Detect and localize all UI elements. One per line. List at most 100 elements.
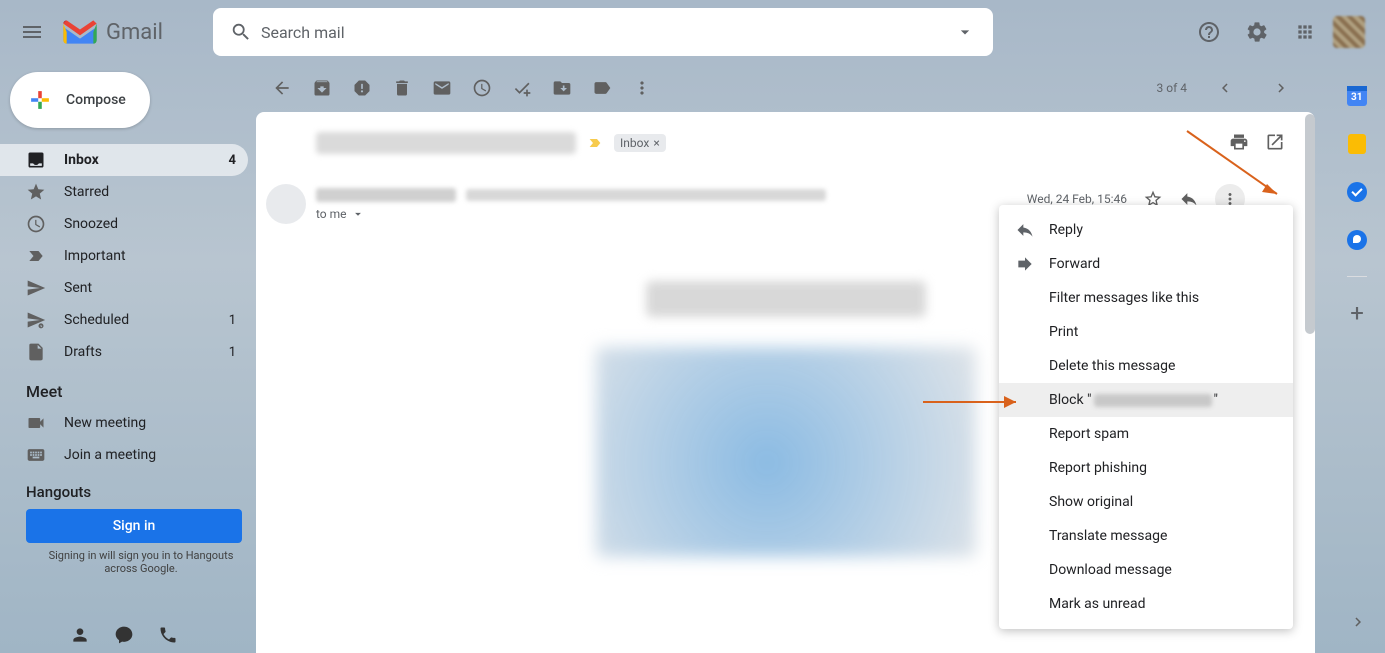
phone-icon[interactable] (158, 625, 178, 645)
inbox-icon (26, 150, 46, 170)
account-avatar[interactable] (1333, 16, 1365, 48)
message-top-actions (1229, 132, 1285, 152)
labels-button[interactable] (592, 78, 612, 98)
blocked-sender-name (1094, 394, 1212, 407)
ctx-block-sender[interactable]: Block "" (999, 383, 1293, 417)
plus-icon (24, 84, 56, 116)
search-bar[interactable] (213, 8, 993, 56)
snooze-button[interactable] (472, 78, 492, 98)
prev-message-button[interactable] (1207, 70, 1243, 106)
hangouts-icon[interactable] (114, 625, 134, 645)
meet-heading: Meet (0, 368, 256, 407)
archive-button[interactable] (312, 78, 332, 98)
subject-row: Inbox × (316, 132, 1255, 154)
ctx-print[interactable]: Print (999, 315, 1293, 349)
delete-button[interactable] (392, 78, 412, 98)
get-addons-button[interactable]: + (1345, 301, 1369, 325)
open-new-window-button[interactable] (1265, 132, 1285, 152)
ctx-delete[interactable]: Delete this message (999, 349, 1293, 383)
gmail-logo-icon (60, 17, 100, 47)
hamburger-icon (20, 20, 44, 44)
ctx-show-original[interactable]: Show original (999, 485, 1293, 519)
search-options-button[interactable] (945, 12, 985, 52)
back-button[interactable] (272, 78, 292, 98)
ctx-report-phishing[interactable]: Report phishing (999, 451, 1293, 485)
report-spam-button[interactable] (352, 78, 372, 98)
ctx-reply[interactable]: Reply (999, 213, 1293, 247)
forward-icon (1015, 254, 1035, 274)
hangouts-bottom-tabs (54, 617, 194, 653)
meet-join-meeting[interactable]: Join a meeting (0, 439, 248, 471)
sender-avatar[interactable] (266, 184, 306, 224)
clock-icon (26, 214, 46, 234)
sidebar-item-inbox[interactable]: Inbox 4 (0, 144, 248, 176)
search-input[interactable] (261, 23, 945, 42)
subject-text (316, 132, 576, 154)
print-button[interactable] (1229, 132, 1249, 152)
side-panel: 31 + (1329, 64, 1385, 653)
important-marker-icon[interactable] (586, 135, 604, 151)
message-image (596, 347, 976, 557)
sidebar-item-important[interactable]: Important (0, 240, 248, 272)
sender-name (316, 188, 456, 202)
help-icon (1197, 20, 1221, 44)
add-to-tasks-button[interactable] (512, 78, 532, 98)
caret-down-icon (955, 22, 975, 42)
chevron-right-icon (1272, 79, 1290, 97)
page-counter: 3 of 4 (1157, 81, 1187, 95)
keep-addon[interactable] (1345, 132, 1369, 156)
calendar-addon[interactable]: 31 (1345, 84, 1369, 108)
scrollbar[interactable] (1305, 114, 1315, 334)
apps-grid-icon (1295, 22, 1315, 42)
compose-button[interactable]: Compose (10, 72, 150, 128)
ctx-mark-unread[interactable]: Mark as unread (999, 587, 1293, 621)
mark-unread-button[interactable] (432, 78, 452, 98)
person-icon[interactable] (70, 625, 90, 645)
apps-button[interactable] (1285, 12, 1325, 52)
drafts-icon (26, 342, 46, 362)
header-actions (1189, 12, 1377, 52)
ctx-translate[interactable]: Translate message (999, 519, 1293, 553)
video-icon (26, 413, 46, 433)
caret-down-icon (351, 207, 365, 221)
ctx-download[interactable]: Download message (999, 553, 1293, 587)
chevron-right-icon (1349, 613, 1367, 631)
inbox-label-chip[interactable]: Inbox × (614, 134, 666, 152)
ctx-forward[interactable]: Forward (999, 247, 1293, 281)
reply-icon (1015, 220, 1035, 240)
sidebar-item-starred[interactable]: Starred (0, 176, 248, 208)
sender-email (466, 189, 826, 201)
search-icon[interactable] (221, 12, 261, 52)
keyboard-icon (26, 445, 46, 465)
chevron-left-icon (1216, 79, 1234, 97)
settings-button[interactable] (1237, 12, 1277, 52)
move-to-button[interactable] (552, 78, 572, 98)
ctx-filter[interactable]: Filter messages like this (999, 281, 1293, 315)
contacts-addon[interactable] (1345, 228, 1369, 252)
support-button[interactable] (1189, 12, 1229, 52)
next-message-button[interactable] (1263, 70, 1299, 106)
meet-new-meeting[interactable]: New meeting (0, 407, 248, 439)
remove-label-icon[interactable]: × (653, 136, 659, 150)
hangouts-signin-button[interactable]: Sign in (26, 509, 242, 543)
sidebar-item-scheduled[interactable]: Scheduled 1 (0, 304, 248, 336)
side-panel-toggle[interactable] (1349, 613, 1367, 635)
gmail-wordmark: Gmail (106, 20, 163, 45)
contacts-icon (1347, 230, 1367, 250)
main-menu-button[interactable] (8, 8, 56, 56)
gmail-logo[interactable]: Gmail (60, 17, 163, 47)
hangouts-signin-note: Signing in will sign you in to Hangouts … (26, 549, 256, 575)
hangouts-heading: Hangouts (26, 483, 256, 501)
scheduled-icon (26, 310, 46, 330)
ctx-report-spam[interactable]: Report spam (999, 417, 1293, 451)
sidebar-item-snoozed[interactable]: Snoozed (0, 208, 248, 240)
sidebar-item-drafts[interactable]: Drafts 1 (0, 336, 248, 368)
sidebar: Compose Inbox 4 Starred Snoozed Importan… (0, 64, 256, 653)
tasks-addon[interactable] (1345, 180, 1369, 204)
sidebar-item-sent[interactable]: Sent (0, 272, 248, 304)
gear-icon (1245, 20, 1269, 44)
message-date: Wed, 24 Feb, 15:46 (1027, 192, 1127, 206)
more-button[interactable] (632, 78, 652, 98)
app-header: Gmail (0, 0, 1385, 64)
send-icon (26, 278, 46, 298)
